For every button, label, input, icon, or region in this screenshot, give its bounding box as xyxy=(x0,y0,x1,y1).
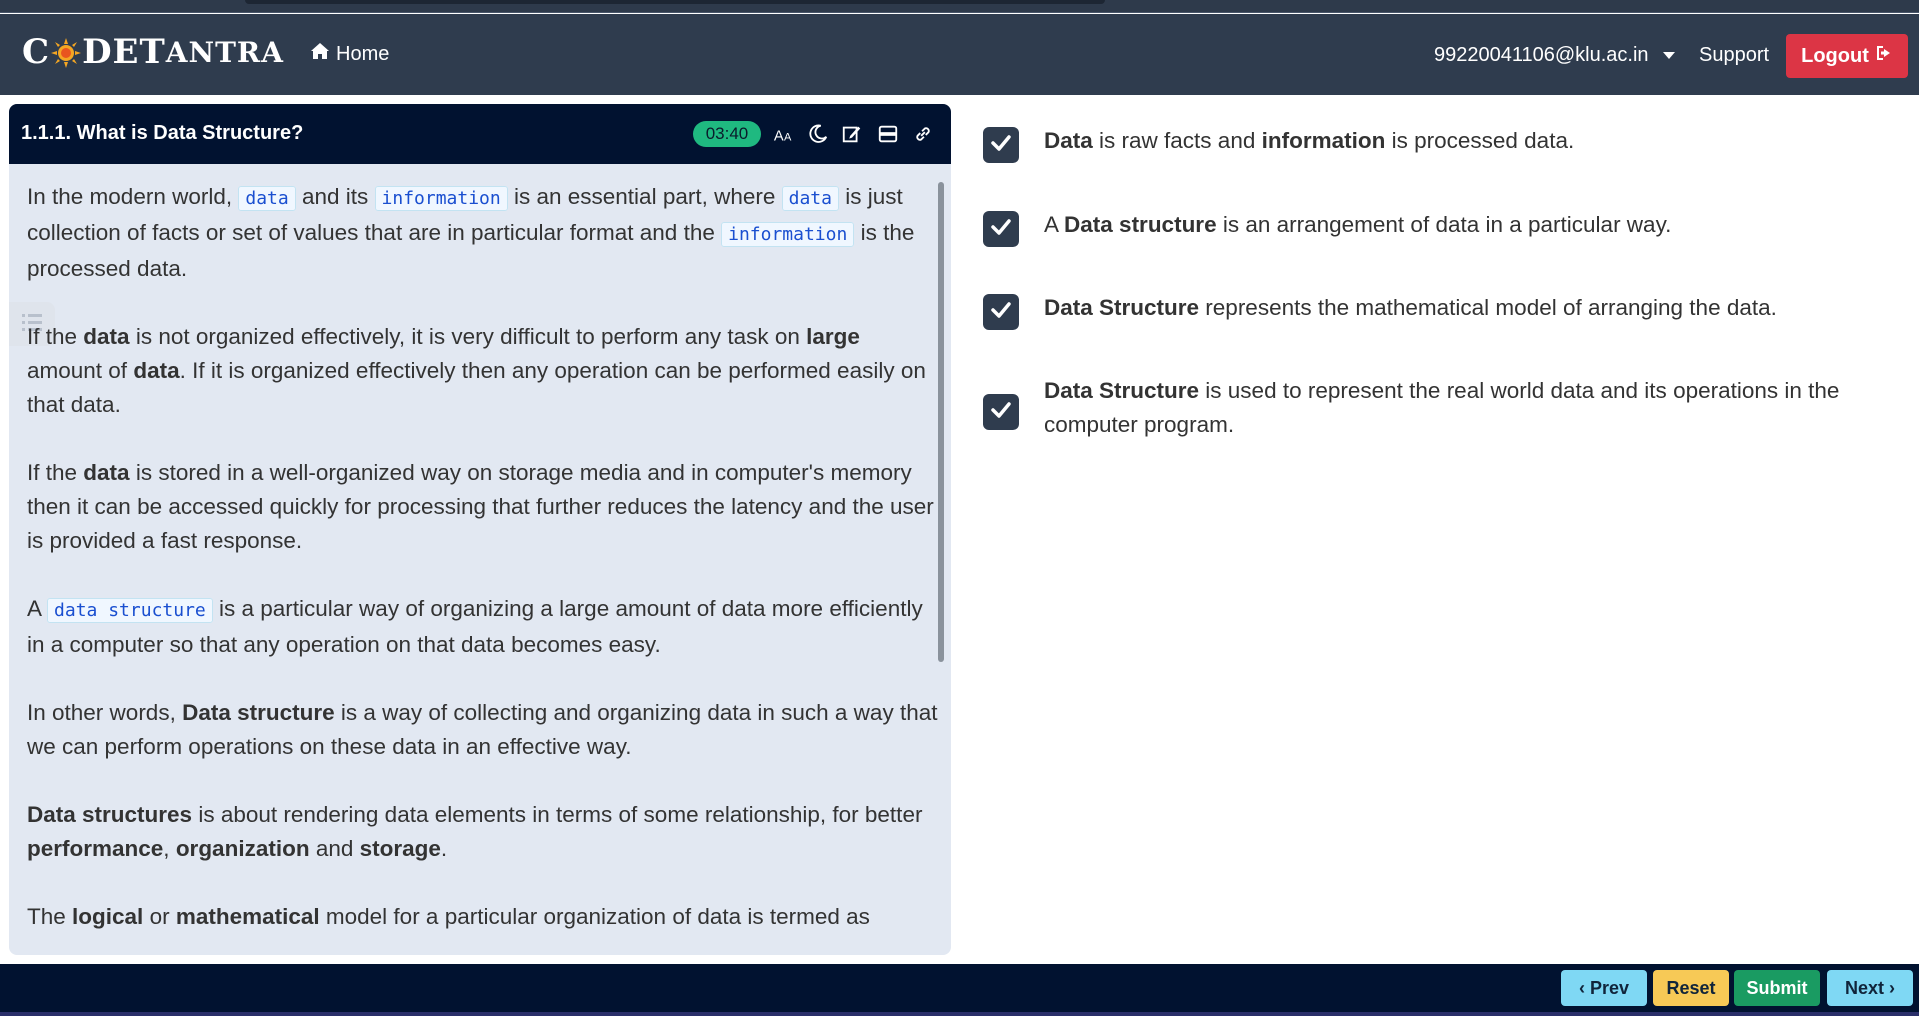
content-scrollbar[interactable] xyxy=(938,182,944,662)
prev-label: Prev xyxy=(1589,977,1630,998)
home-link[interactable]: Home xyxy=(310,42,389,66)
brand-letter-t: T xyxy=(139,32,166,72)
top-strip xyxy=(0,0,1919,13)
user-email: 99220041106@klu.ac.in xyxy=(1434,44,1649,66)
submit-button[interactable]: Submit xyxy=(1734,970,1820,1006)
chevron-left-icon: ‹ xyxy=(1578,977,1585,998)
reset-label: Reset xyxy=(1666,977,1716,998)
checkbox[interactable] xyxy=(983,127,1019,163)
prev-button[interactable]: ‹ Prev xyxy=(1561,970,1647,1006)
action-bar: ‹ Prev Reset Submit Next › xyxy=(0,964,1919,1016)
paragraph-7: The logical or mathematical model for a … xyxy=(27,904,870,929)
logout-button[interactable]: Logout xyxy=(1786,34,1908,78)
brand-letters-de: DE xyxy=(82,32,140,72)
navbar: C DE T ANTRA Home 99220041106@klu.ac.in … xyxy=(0,14,1919,95)
inline-code: information xyxy=(374,186,508,211)
timer-badge: 03:40 xyxy=(693,121,761,147)
layout-icon[interactable] xyxy=(876,122,900,146)
lesson-panel: 1.1.1. What is Data Structure? 03:40 A A … xyxy=(9,104,951,955)
inline-code: data xyxy=(238,186,296,211)
lesson-header: 1.1.1. What is Data Structure? 03:40 AA xyxy=(9,104,951,164)
check-icon xyxy=(989,215,1013,244)
brand-letters-antra: ANTRA xyxy=(165,35,284,69)
paragraph-1: In the modern world, data and its inform… xyxy=(27,184,915,281)
dark-mode-icon[interactable] xyxy=(806,122,830,146)
paragraph-2: If the data is not organized effectively… xyxy=(27,324,926,417)
checklist-text: Data Structure represents the mathematic… xyxy=(1044,295,1777,320)
codetantra-logo[interactable]: C DE T ANTRA xyxy=(22,32,284,72)
reset-button[interactable]: Reset xyxy=(1653,970,1729,1006)
checkbox[interactable] xyxy=(983,394,1019,430)
bottom-edge xyxy=(0,1012,1919,1016)
submit-label: Submit xyxy=(1746,977,1808,998)
inline-code: data structure xyxy=(47,598,213,623)
check-icon xyxy=(989,398,1013,427)
checklist-text: A Data structure is an arrangement of da… xyxy=(1044,212,1672,237)
edit-icon[interactable] xyxy=(840,122,864,146)
text-size-icon[interactable]: AA xyxy=(772,122,796,146)
top-strip-bar xyxy=(245,0,1105,4)
home-label: Home xyxy=(336,42,390,65)
next-label: Next xyxy=(1844,977,1884,998)
chevron-down-icon xyxy=(1662,52,1675,59)
support-link[interactable]: Support xyxy=(1699,44,1769,67)
checklist-text: Data Structure is used to represent the … xyxy=(1044,378,1840,437)
next-button[interactable]: Next › xyxy=(1827,970,1913,1006)
checkbox[interactable] xyxy=(983,294,1019,330)
logout-label: Logout xyxy=(1801,44,1869,67)
checklist-text: Data is raw facts and information is pro… xyxy=(1044,128,1575,153)
svg-text:A: A xyxy=(784,131,792,143)
paragraph-3: If the data is stored in a well-organize… xyxy=(27,460,934,553)
paragraph-6: Data structures is about rendering data … xyxy=(27,802,923,861)
user-dropdown[interactable]: 99220041106@klu.ac.in xyxy=(1434,44,1675,67)
sun-logo-icon xyxy=(51,37,82,68)
check-icon xyxy=(989,298,1013,327)
checkbox[interactable] xyxy=(983,211,1019,247)
inline-code: data xyxy=(781,186,839,211)
inline-code: information xyxy=(721,222,855,247)
lesson-title: 1.1.1. What is Data Structure? xyxy=(21,122,304,144)
lesson-content: In the modern world, data and its inform… xyxy=(27,180,939,955)
home-icon xyxy=(310,42,330,66)
paragraph-4: A data structure is a particular way of … xyxy=(27,596,923,657)
brand-letter-c: C xyxy=(22,32,51,72)
svg-text:A: A xyxy=(774,128,784,144)
paragraph-5: In other words, Data structure is a way … xyxy=(27,700,938,759)
check-icon xyxy=(989,131,1013,160)
sign-out-icon xyxy=(1875,44,1893,68)
link-icon[interactable] xyxy=(911,122,935,146)
chevron-right-icon: › xyxy=(1889,977,1895,998)
